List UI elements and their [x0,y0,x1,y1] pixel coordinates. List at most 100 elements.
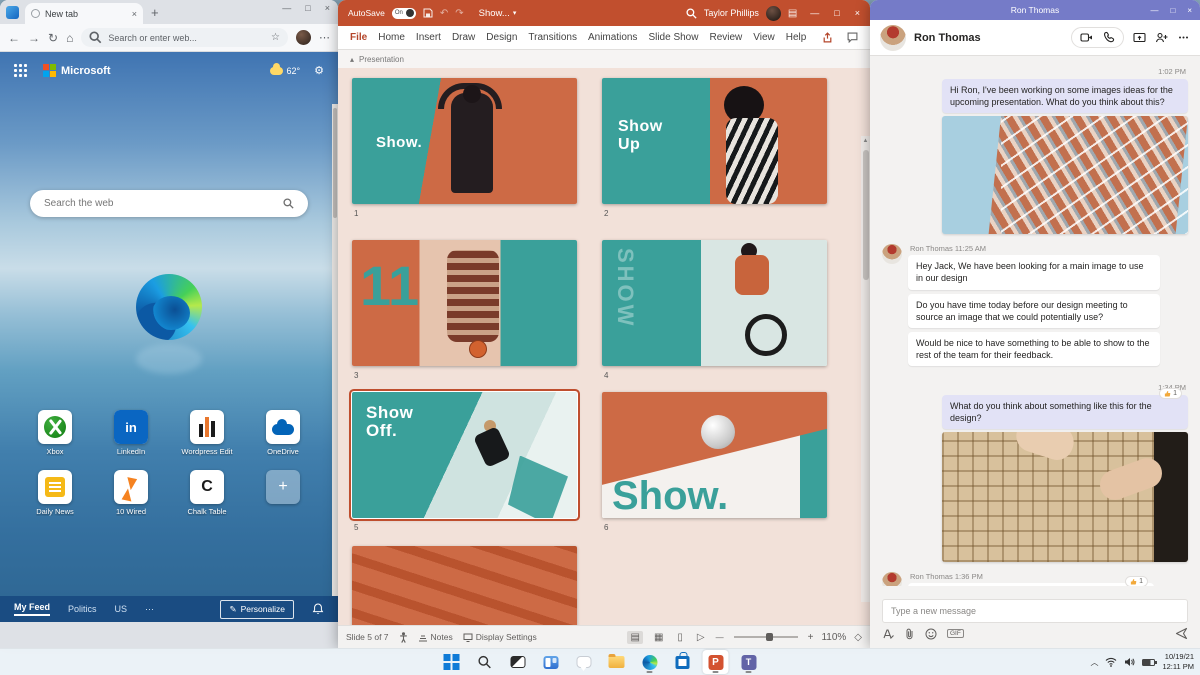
sender-avatar[interactable] [882,572,902,586]
feed-tab-my-feed[interactable]: My Feed [14,602,50,616]
autosave-toggle[interactable]: On [392,8,416,19]
taskbar-teams-button[interactable]: T [736,650,762,674]
menu-help[interactable]: Help [786,32,807,43]
reading-view-button[interactable]: ▯ [674,631,686,644]
undo-icon[interactable]: ↶ [440,8,448,19]
favorites-star-icon[interactable]: ☆ [271,32,280,43]
teams-minimize-button[interactable]: — [1150,6,1158,15]
back-button[interactable]: ← [8,31,20,45]
edge-maximize-button[interactable]: □ [305,3,310,13]
shortcut-xbox[interactable]: Xbox [22,410,88,456]
menu-animations[interactable]: Animations [588,32,637,43]
tray-chevron-icon[interactable]: ︿ [1090,657,1098,668]
slide-thumbnail-7[interactable] [352,546,577,625]
personalize-button[interactable]: ✎ Personalize [220,600,294,619]
web-search-input[interactable]: Search the web [30,190,308,217]
zoom-slider[interactable] [734,636,798,638]
zoom-slider-knob[interactable] [766,633,773,641]
taskbar-powerpoint-button[interactable]: P [703,650,729,674]
video-call-icon[interactable] [1080,31,1093,44]
ppt-maximize-button[interactable]: □ [834,8,839,18]
account-name[interactable]: Taylor Phillips [704,8,759,18]
shortcut-daily-news[interactable]: Daily News [22,470,88,516]
shortcut-chalk-table[interactable]: CChalk Table [174,470,240,516]
normal-view-button[interactable]: ▤ [627,631,642,644]
notifications-bell-icon[interactable] [312,603,324,615]
accessibility-icon[interactable] [399,632,408,643]
shortcut-onedrive[interactable]: OneDrive [250,410,316,456]
attached-image-model[interactable] [942,432,1188,562]
account-avatar[interactable] [766,6,781,21]
edge-close-button[interactable]: × [325,3,330,13]
slide-thumbnail-5-selected[interactable]: Show Off. [352,392,577,518]
emoji-icon[interactable] [925,628,937,640]
ppt-close-button[interactable]: × [855,8,860,18]
slide-thumbnail-1[interactable]: Show. [352,78,577,204]
format-icon[interactable] [882,628,894,640]
fit-slide-button[interactable]: ◇ [854,632,862,643]
shortcut-wordpress[interactable]: Wordpress Edit [174,410,240,456]
zoom-level[interactable]: 110% [821,632,846,643]
menu-design[interactable]: Design [486,32,517,43]
add-person-icon[interactable] [1155,31,1168,44]
send-icon[interactable] [1175,627,1188,640]
file-explorer-button[interactable] [604,650,630,674]
menu-slide-show[interactable]: Slide Show [648,32,698,43]
reaction-badge[interactable]: 1 [1159,388,1182,399]
chat-button[interactable] [571,650,597,674]
notes-button[interactable]: Notes [418,632,453,642]
store-button[interactable] [670,650,696,674]
shortcut-add[interactable]: + [250,470,316,516]
wifi-icon[interactable] [1105,657,1117,667]
tab-close-icon[interactable]: × [132,9,137,19]
menu-file[interactable]: File [350,32,367,43]
attached-image-building[interactable] [942,116,1188,234]
task-view-button[interactable] [505,650,531,674]
feed-tab-politics[interactable]: Politics [68,604,97,614]
weather-widget[interactable]: 62° [270,66,301,76]
teams-close-button[interactable]: × [1187,6,1192,15]
screen-share-icon[interactable] [1133,31,1146,44]
feed-tab-more[interactable]: ⋯ [145,604,154,615]
ribbon-options-icon[interactable]: ▤ [788,8,797,19]
gif-picker-button[interactable]: GIF [947,629,964,638]
share-icon[interactable] [822,32,833,43]
comments-icon[interactable] [847,32,858,43]
taskbar-edge-button[interactable] [637,650,663,674]
home-button[interactable]: ⌂ [66,31,73,45]
zoom-in-button[interactable]: + [808,632,814,643]
forward-button[interactable]: → [28,31,40,45]
slide-thumbnail-6[interactable]: Show. [602,392,827,518]
browser-profile-avatar[interactable] [296,30,311,45]
browser-menu-icon[interactable]: ⋯ [319,31,330,44]
save-icon[interactable] [423,8,433,18]
menu-review[interactable]: Review [709,32,742,43]
slide-sorter-view-button[interactable]: ▦ [651,631,666,644]
page-settings-gear-icon[interactable]: ⚙ [314,64,324,77]
refresh-button[interactable]: ↻ [48,31,58,45]
menu-view[interactable]: View [753,32,775,43]
slideshow-button[interactable]: ▷ [694,631,708,644]
widgets-button[interactable] [538,650,564,674]
microsoft-logo[interactable]: Microsoft [43,64,111,77]
sender-avatar[interactable] [882,244,902,264]
shortcut-wired[interactable]: 10 Wired [98,470,164,516]
taskbar-search-button[interactable] [472,650,498,674]
presentation-section-header[interactable]: ▴ Presentation [338,50,870,68]
chat-message-list[interactable]: 1:02 PM Hi Ron, I've been working on som… [870,56,1200,586]
teams-maximize-button[interactable]: □ [1170,6,1175,15]
edge-minimize-button[interactable]: — [282,3,291,13]
apps-grid-icon[interactable] [14,64,27,77]
volume-icon[interactable] [1124,657,1135,667]
new-tab-button[interactable]: + [151,5,159,20]
audio-call-icon[interactable] [1102,31,1115,44]
message-input[interactable]: Type a new message [882,599,1188,623]
address-bar[interactable]: Search or enter web... ☆ [81,28,288,47]
feed-tab-us[interactable]: US [115,604,128,614]
slide-thumbnail-4[interactable]: SHOW [602,240,827,366]
menu-insert[interactable]: Insert [416,32,441,43]
battery-icon[interactable] [1142,659,1155,666]
menu-draw[interactable]: Draw [452,32,475,43]
display-settings-button[interactable]: Display Settings [463,632,537,642]
menu-home[interactable]: Home [378,32,405,43]
